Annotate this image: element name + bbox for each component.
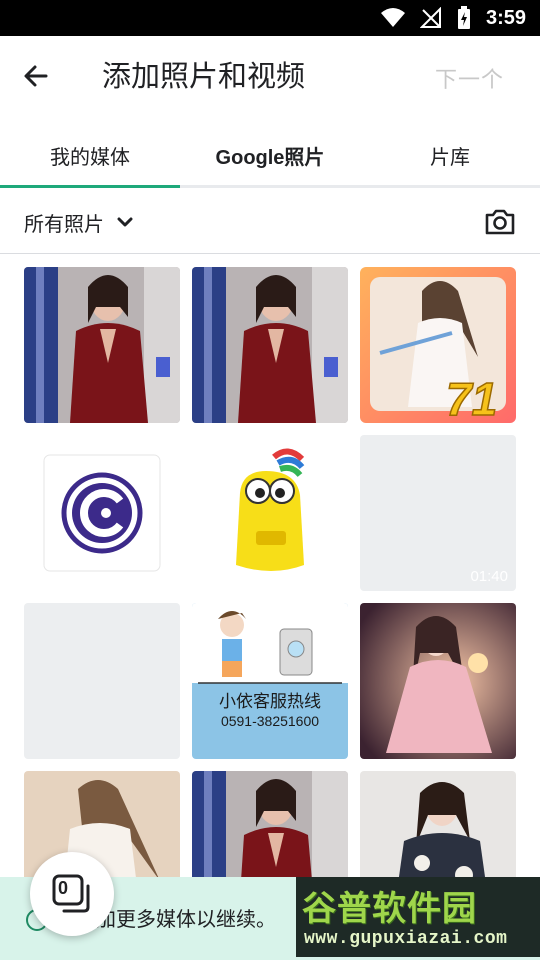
media-thumbnail[interactable] [24, 267, 180, 423]
watermark-url: www.gupuxiazai.com [304, 929, 508, 949]
wifi-icon [380, 8, 405, 27]
selected-count: 0 [58, 878, 69, 898]
media-thumbnail[interactable]: 71 [360, 267, 516, 423]
media-thumbnail[interactable] [24, 603, 180, 759]
photo-game-character: 71 [360, 267, 516, 423]
battery-charging-icon [457, 6, 470, 29]
selection-hint: 加更多媒体以继续。 [96, 907, 276, 931]
selected-media-button[interactable]: 0 [30, 852, 114, 936]
app-logo-yellow-mascot [236, 448, 305, 571]
site-watermark: 谷普软件园 www.gupuxiazai.com [296, 877, 540, 957]
album-dropdown[interactable]: 所有照片 [24, 202, 136, 242]
watermark-title: 谷普软件园 [302, 889, 477, 929]
badge-71: 71 [446, 373, 497, 423]
tab-indicator [0, 185, 180, 188]
media-source-tabs: 我的媒体 Google照片 片库 [0, 126, 540, 188]
next-button[interactable]: 下一个 [435, 62, 504, 94]
media-thumbnail[interactable] [192, 267, 348, 423]
tab-my-media[interactable]: 我的媒体 [0, 126, 180, 185]
camera-icon [485, 209, 515, 235]
media-thumbnail[interactable] [24, 435, 180, 591]
photo-hotline-card [192, 603, 348, 684]
media-thumbnail[interactable] [360, 603, 516, 759]
photo-woman-red-dress [24, 267, 180, 423]
filter-bar: 所有照片 [0, 190, 540, 254]
photo-woman-red-dress [192, 267, 348, 423]
hotline-number: 0591-38251600 [220, 713, 320, 729]
back-button[interactable] [14, 54, 58, 98]
tab-library[interactable]: 片库 [360, 126, 540, 185]
back-arrow-icon [24, 65, 48, 87]
camera-button[interactable] [482, 204, 518, 240]
tab-google-photos[interactable]: Google照片 [180, 126, 360, 185]
media-thumbnail[interactable] [192, 435, 348, 591]
app-logo-purple-circle [43, 454, 161, 572]
hotline-caption: 小依客服热线 [219, 692, 321, 712]
chevron-down-icon [117, 217, 133, 227]
status-bar: 3:59 [0, 0, 540, 36]
clock: 3:59 [485, 6, 526, 29]
photo-fantasy-woman-pink [360, 603, 516, 759]
page-title: 添加照片和视频 [102, 59, 306, 93]
album-dropdown-label: 所有照片 [24, 211, 104, 236]
video-duration: 01:40 [470, 568, 508, 585]
no-signal-icon [419, 7, 441, 28]
app-bar: 添加照片和视频 下一个 [0, 36, 540, 120]
media-thumbnail[interactable]: 小依客服热线 0591-38251600 [192, 603, 348, 759]
video-thumbnail[interactable]: 01:40 [360, 435, 516, 591]
